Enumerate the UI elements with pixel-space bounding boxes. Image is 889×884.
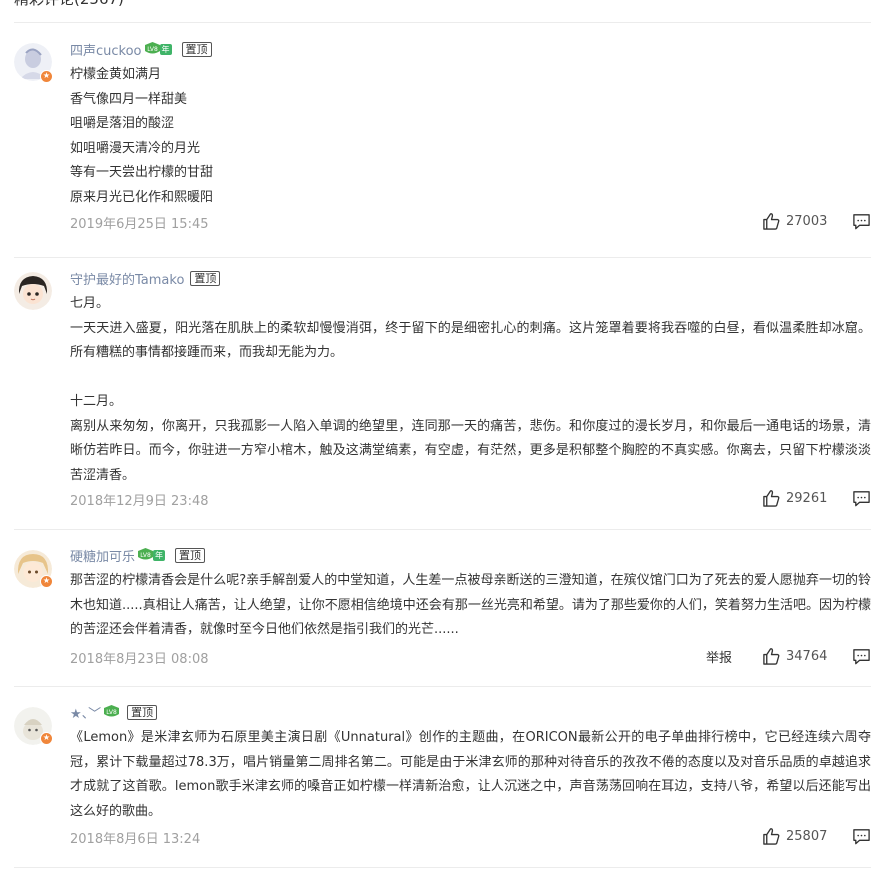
comment-time: 2018年8月23日 08:08 <box>70 652 209 667</box>
content-paragraph: 七月。 <box>70 296 110 311</box>
like-count: 29261 <box>786 490 828 506</box>
like-count: 27003 <box>786 213 828 229</box>
thumbs-up-icon <box>763 827 780 845</box>
thumbs-up-icon <box>763 489 780 507</box>
pinned-tag: 置顶 <box>127 704 158 720</box>
comment-bubble-icon[interactable] <box>852 827 871 846</box>
content-paragraph <box>70 366 871 391</box>
level-icon: LV8 <box>104 704 120 716</box>
comment-actions: 27003 <box>762 211 871 231</box>
content-paragraph: 离别从来匆匆，你离开，只我孤影一人陷入单调的绝望里，连同那一天的痛苦，悲伤。和你… <box>70 418 871 483</box>
pinned-tag: 置顶 <box>175 547 206 563</box>
pinned-tag: 置顶 <box>181 41 212 57</box>
pinned-tag: 置顶 <box>190 270 221 286</box>
comment-content: 《Lemon》是米津玄师为石原里美主演日剧《Unnatural》创作的主题曲，在… <box>70 726 871 824</box>
avatar[interactable] <box>14 272 52 310</box>
report-button[interactable]: 举报 <box>706 647 732 666</box>
comment-item: ★ 硬糖加可乐 LV8 年 置顶 那苦涩的柠檬清香会是什么呢?亲手解剖爱人的中堂… <box>0 530 889 687</box>
content-line: 等有一天尝出柠檬的甘甜 <box>70 165 214 180</box>
like-button[interactable]: 27003 <box>762 212 830 231</box>
section-title: 精彩评论(2567) <box>14 0 124 9</box>
comment-time: 2019年6月25日 15:45 <box>70 217 209 232</box>
like-button[interactable]: 29261 <box>762 489 830 508</box>
comment-item: 守护最好的Tamako 置顶 七月。 一天天进入盛夏，阳光落在肌肤上的柔软却慢慢… <box>0 258 889 530</box>
svg-text:LV8: LV8 <box>140 552 151 559</box>
vip-star-icon: ★ <box>40 732 53 745</box>
level-icon: LV8 <box>138 547 154 559</box>
comment-actions: 举报 34764 <box>706 646 871 666</box>
username[interactable]: 守护最好的Tamako <box>70 269 184 288</box>
thumbs-up-icon <box>763 647 780 665</box>
comment-bubble-icon[interactable] <box>852 489 871 508</box>
svg-text:LV8: LV8 <box>106 709 117 716</box>
comment-time: 2018年8月6日 13:24 <box>70 832 201 847</box>
comment-bubble-icon[interactable] <box>852 212 871 231</box>
vip-star-icon: ★ <box>40 70 53 83</box>
username[interactable]: 硬糖加可乐 <box>70 546 135 565</box>
comment-actions: 25807 <box>762 826 871 846</box>
comment-content: 柠檬金黄如满月 香气像四月一样甜美 咀嚼是落泪的酸涩 如咀嚼漫天清冷的月光 等有… <box>70 63 871 210</box>
like-count: 34764 <box>786 648 828 664</box>
comment-time: 2018年12月9日 23:48 <box>70 494 209 509</box>
like-button[interactable]: 34764 <box>762 647 830 666</box>
content-paragraph: 一天天进入盛夏，阳光落在肌肤上的柔软却慢慢消弭，终于留下的是细密扎心的刺痛。这片… <box>70 320 871 361</box>
content-line: 原来月光已化作和熙暖阳 <box>70 189 214 205</box>
comment-content: 那苦涩的柠檬清香会是什么呢?亲手解剖爱人的中堂知道，人生差一点被母亲断送的三澄知… <box>70 569 871 643</box>
thumbs-up-icon <box>763 212 780 230</box>
comment-item: ★ ★、﹀ LV8 置顶 《Lemon》是米津玄师为石原里美主演日剧《Unnat… <box>0 687 889 868</box>
content-line: 柠檬金黄如满月 <box>70 67 162 82</box>
content-line: 咀嚼是落泪的酸涩 <box>70 116 175 131</box>
comment-content: 七月。 一天天进入盛夏，阳光落在肌肤上的柔软却慢慢消弭，终于留下的是细密扎心的刺… <box>70 292 871 488</box>
content-paragraph: 《Lemon》是米津玄师为石原里美主演日剧《Unnatural》创作的主题曲，在… <box>70 730 871 819</box>
content-line: 香气像四月一样甜美 <box>70 91 188 107</box>
comment-bubble-icon[interactable] <box>852 647 871 666</box>
svg-text:LV8: LV8 <box>147 46 158 53</box>
username[interactable]: ★、﹀ <box>70 703 101 722</box>
year-badge: 年 <box>153 549 166 561</box>
comment-actions: 29261 <box>762 488 871 508</box>
comment-item: ★ 四声cuckoo LV8 年 置顶 柠檬金黄如满月 香气像四月一样甜美 咀嚼… <box>0 23 889 258</box>
year-badge: 年 <box>159 43 172 55</box>
content-paragraph: 十二月。 <box>70 394 123 409</box>
content-paragraph: 那苦涩的柠檬清香会是什么呢?亲手解剖爱人的中堂知道，人生差一点被母亲断送的三澄知… <box>70 573 871 637</box>
username[interactable]: 四声cuckoo <box>70 40 142 59</box>
like-button[interactable]: 25807 <box>762 827 830 846</box>
level-icon: LV8 <box>144 41 160 53</box>
level-badge: LV8 <box>103 704 121 719</box>
level-badge: LV8 年 <box>137 547 169 562</box>
level-badge: LV8 年 <box>144 41 176 56</box>
divider <box>14 867 871 868</box>
content-line: 如咀嚼漫天清冷的月光 <box>70 140 201 156</box>
like-count: 25807 <box>786 828 828 844</box>
vip-star-icon: ★ <box>40 575 53 588</box>
